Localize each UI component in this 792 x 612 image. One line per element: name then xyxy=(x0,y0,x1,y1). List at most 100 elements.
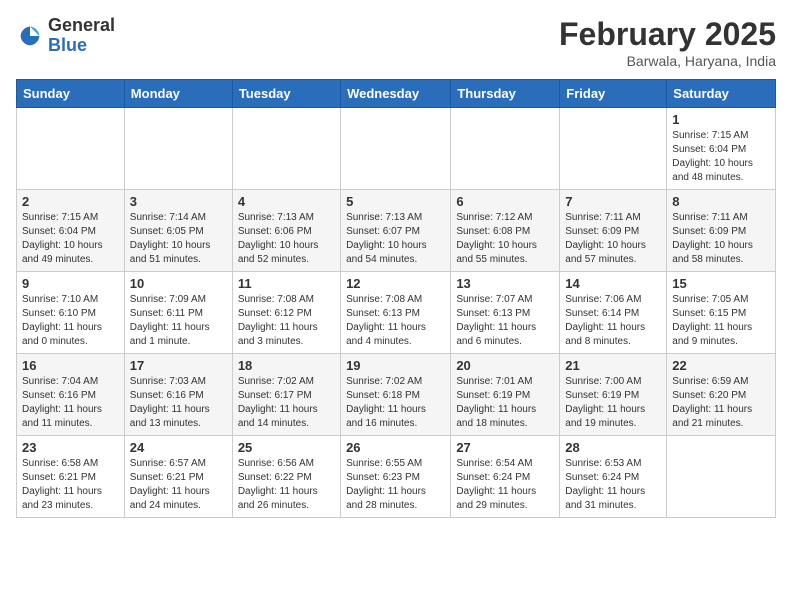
day-number: 15 xyxy=(672,276,770,291)
calendar-cell: 11 Sunrise: 7:08 AM Sunset: 6:12 PM Dayli… xyxy=(232,272,340,354)
calendar-cell xyxy=(17,108,125,190)
cell-text: Sunrise: 7:07 AM Sunset: 6:13 PM Dayligh… xyxy=(456,293,554,349)
calendar-cell: 1 Sunrise: 7:15 AM Sunset: 6:04 PM Daylig… xyxy=(667,108,776,190)
calendar-cell: 15 Sunrise: 7:05 AM Sunset: 6:15 PM Dayli… xyxy=(667,272,776,354)
calendar-cell: 5 Sunrise: 7:13 AM Sunset: 6:07 PM Daylig… xyxy=(341,190,451,272)
day-number: 11 xyxy=(238,276,335,291)
day-number: 18 xyxy=(238,358,335,373)
cell-text: Sunrise: 7:12 AM Sunset: 6:08 PM Dayligh… xyxy=(456,211,554,267)
cell-text: Sunrise: 7:13 AM Sunset: 6:07 PM Dayligh… xyxy=(346,211,445,267)
cell-text: Sunrise: 7:03 AM Sunset: 6:16 PM Dayligh… xyxy=(130,375,227,431)
day-number: 28 xyxy=(565,440,661,455)
day-number: 23 xyxy=(22,440,119,455)
cell-text: Sunrise: 7:01 AM Sunset: 6:19 PM Dayligh… xyxy=(456,375,554,431)
logo-text: General Blue xyxy=(48,16,115,56)
month-title: February 2025 xyxy=(559,16,776,53)
calendar-cell: 10 Sunrise: 7:09 AM Sunset: 6:11 PM Dayli… xyxy=(124,272,232,354)
cell-text: Sunrise: 6:55 AM Sunset: 6:23 PM Dayligh… xyxy=(346,457,445,513)
weekday-header: Thursday xyxy=(451,80,560,108)
calendar-cell: 24 Sunrise: 6:57 AM Sunset: 6:21 PM Dayli… xyxy=(124,436,232,518)
calendar-week: 23 Sunrise: 6:58 AM Sunset: 6:21 PM Dayli… xyxy=(17,436,776,518)
calendar-cell: 25 Sunrise: 6:56 AM Sunset: 6:22 PM Dayli… xyxy=(232,436,340,518)
cell-text: Sunrise: 7:15 AM Sunset: 6:04 PM Dayligh… xyxy=(672,129,770,185)
day-number: 21 xyxy=(565,358,661,373)
cell-text: Sunrise: 7:14 AM Sunset: 6:05 PM Dayligh… xyxy=(130,211,227,267)
calendar: SundayMondayTuesdayWednesdayThursdayFrid… xyxy=(16,79,776,518)
cell-text: Sunrise: 7:11 AM Sunset: 6:09 PM Dayligh… xyxy=(672,211,770,267)
calendar-cell: 3 Sunrise: 7:14 AM Sunset: 6:05 PM Daylig… xyxy=(124,190,232,272)
cell-text: Sunrise: 7:02 AM Sunset: 6:17 PM Dayligh… xyxy=(238,375,335,431)
calendar-cell: 12 Sunrise: 7:08 AM Sunset: 6:13 PM Dayli… xyxy=(341,272,451,354)
day-number: 22 xyxy=(672,358,770,373)
calendar-week: 1 Sunrise: 7:15 AM Sunset: 6:04 PM Daylig… xyxy=(17,108,776,190)
cell-text: Sunrise: 7:08 AM Sunset: 6:13 PM Dayligh… xyxy=(346,293,445,349)
calendar-cell: 17Sunrise: 7:03 AM Sunset: 6:16 PM Dayli… xyxy=(124,354,232,436)
calendar-body: 1 Sunrise: 7:15 AM Sunset: 6:04 PM Daylig… xyxy=(17,108,776,518)
calendar-cell: 7 Sunrise: 7:11 AM Sunset: 6:09 PM Daylig… xyxy=(560,190,667,272)
cell-text: Sunrise: 7:10 AM Sunset: 6:10 PM Dayligh… xyxy=(22,293,119,349)
calendar-cell: 18 Sunrise: 7:02 AM Sunset: 6:17 PM Dayli… xyxy=(232,354,340,436)
day-number: 4 xyxy=(238,194,335,209)
day-number: 6 xyxy=(456,194,554,209)
weekday-header: Tuesday xyxy=(232,80,340,108)
cell-text: Sunrise: 7:08 AM Sunset: 6:12 PM Dayligh… xyxy=(238,293,335,349)
calendar-cell xyxy=(667,436,776,518)
calendar-cell: 6 Sunrise: 7:12 AM Sunset: 6:08 PM Daylig… xyxy=(451,190,560,272)
cell-text: Sunrise: 6:59 AM Sunset: 6:20 PM Dayligh… xyxy=(672,375,770,431)
calendar-cell: 4 Sunrise: 7:13 AM Sunset: 6:06 PM Daylig… xyxy=(232,190,340,272)
logo-blue: Blue xyxy=(48,36,115,56)
calendar-cell: 26 Sunrise: 6:55 AM Sunset: 6:23 PM Dayli… xyxy=(341,436,451,518)
day-number: 10 xyxy=(130,276,227,291)
day-number: 7 xyxy=(565,194,661,209)
weekday-header: Monday xyxy=(124,80,232,108)
day-number: 8 xyxy=(672,194,770,209)
day-number: 5 xyxy=(346,194,445,209)
calendar-cell: 27 Sunrise: 6:54 AM Sunset: 6:24 PM Dayli… xyxy=(451,436,560,518)
logo: General Blue xyxy=(16,16,115,56)
weekday-header: Sunday xyxy=(17,80,125,108)
calendar-cell xyxy=(451,108,560,190)
calendar-cell: 23 Sunrise: 6:58 AM Sunset: 6:21 PM Dayli… xyxy=(17,436,125,518)
day-number: 24 xyxy=(130,440,227,455)
logo-icon xyxy=(16,22,44,50)
calendar-week: 16Sunrise: 7:04 AM Sunset: 6:16 PM Dayli… xyxy=(17,354,776,436)
day-number: 20 xyxy=(456,358,554,373)
calendar-cell xyxy=(560,108,667,190)
cell-text: Sunrise: 6:56 AM Sunset: 6:22 PM Dayligh… xyxy=(238,457,335,513)
calendar-cell: 13Sunrise: 7:07 AM Sunset: 6:13 PM Dayli… xyxy=(451,272,560,354)
cell-text: Sunrise: 7:13 AM Sunset: 6:06 PM Dayligh… xyxy=(238,211,335,267)
calendar-cell: 28Sunrise: 6:53 AM Sunset: 6:24 PM Dayli… xyxy=(560,436,667,518)
calendar-cell xyxy=(124,108,232,190)
day-number: 27 xyxy=(456,440,554,455)
weekday-header: Saturday xyxy=(667,80,776,108)
calendar-cell: 16Sunrise: 7:04 AM Sunset: 6:16 PM Dayli… xyxy=(17,354,125,436)
cell-text: Sunrise: 7:05 AM Sunset: 6:15 PM Dayligh… xyxy=(672,293,770,349)
day-number: 9 xyxy=(22,276,119,291)
cell-text: Sunrise: 7:15 AM Sunset: 6:04 PM Dayligh… xyxy=(22,211,119,267)
day-number: 26 xyxy=(346,440,445,455)
calendar-cell: 8 Sunrise: 7:11 AM Sunset: 6:09 PM Daylig… xyxy=(667,190,776,272)
day-number: 12 xyxy=(346,276,445,291)
cell-text: Sunrise: 7:09 AM Sunset: 6:11 PM Dayligh… xyxy=(130,293,227,349)
calendar-cell xyxy=(232,108,340,190)
calendar-cell: 2 Sunrise: 7:15 AM Sunset: 6:04 PM Daylig… xyxy=(17,190,125,272)
day-number: 2 xyxy=(22,194,119,209)
cell-text: Sunrise: 7:11 AM Sunset: 6:09 PM Dayligh… xyxy=(565,211,661,267)
title-section: February 2025 Barwala, Haryana, India xyxy=(559,16,776,69)
day-number: 25 xyxy=(238,440,335,455)
calendar-cell: 14Sunrise: 7:06 AM Sunset: 6:14 PM Dayli… xyxy=(560,272,667,354)
day-number: 1 xyxy=(672,112,770,127)
day-number: 3 xyxy=(130,194,227,209)
cell-text: Sunrise: 6:57 AM Sunset: 6:21 PM Dayligh… xyxy=(130,457,227,513)
calendar-cell: 19Sunrise: 7:02 AM Sunset: 6:18 PM Dayli… xyxy=(341,354,451,436)
calendar-cell: 22 Sunrise: 6:59 AM Sunset: 6:20 PM Dayli… xyxy=(667,354,776,436)
cell-text: Sunrise: 6:54 AM Sunset: 6:24 PM Dayligh… xyxy=(456,457,554,513)
cell-text: Sunrise: 7:04 AM Sunset: 6:16 PM Dayligh… xyxy=(22,375,119,431)
calendar-week: 2 Sunrise: 7:15 AM Sunset: 6:04 PM Daylig… xyxy=(17,190,776,272)
cell-text: Sunrise: 6:58 AM Sunset: 6:21 PM Dayligh… xyxy=(22,457,119,513)
calendar-cell: 20 Sunrise: 7:01 AM Sunset: 6:19 PM Dayli… xyxy=(451,354,560,436)
calendar-cell: 9 Sunrise: 7:10 AM Sunset: 6:10 PM Daylig… xyxy=(17,272,125,354)
cell-text: Sunrise: 7:06 AM Sunset: 6:14 PM Dayligh… xyxy=(565,293,661,349)
day-number: 19 xyxy=(346,358,445,373)
calendar-cell xyxy=(341,108,451,190)
